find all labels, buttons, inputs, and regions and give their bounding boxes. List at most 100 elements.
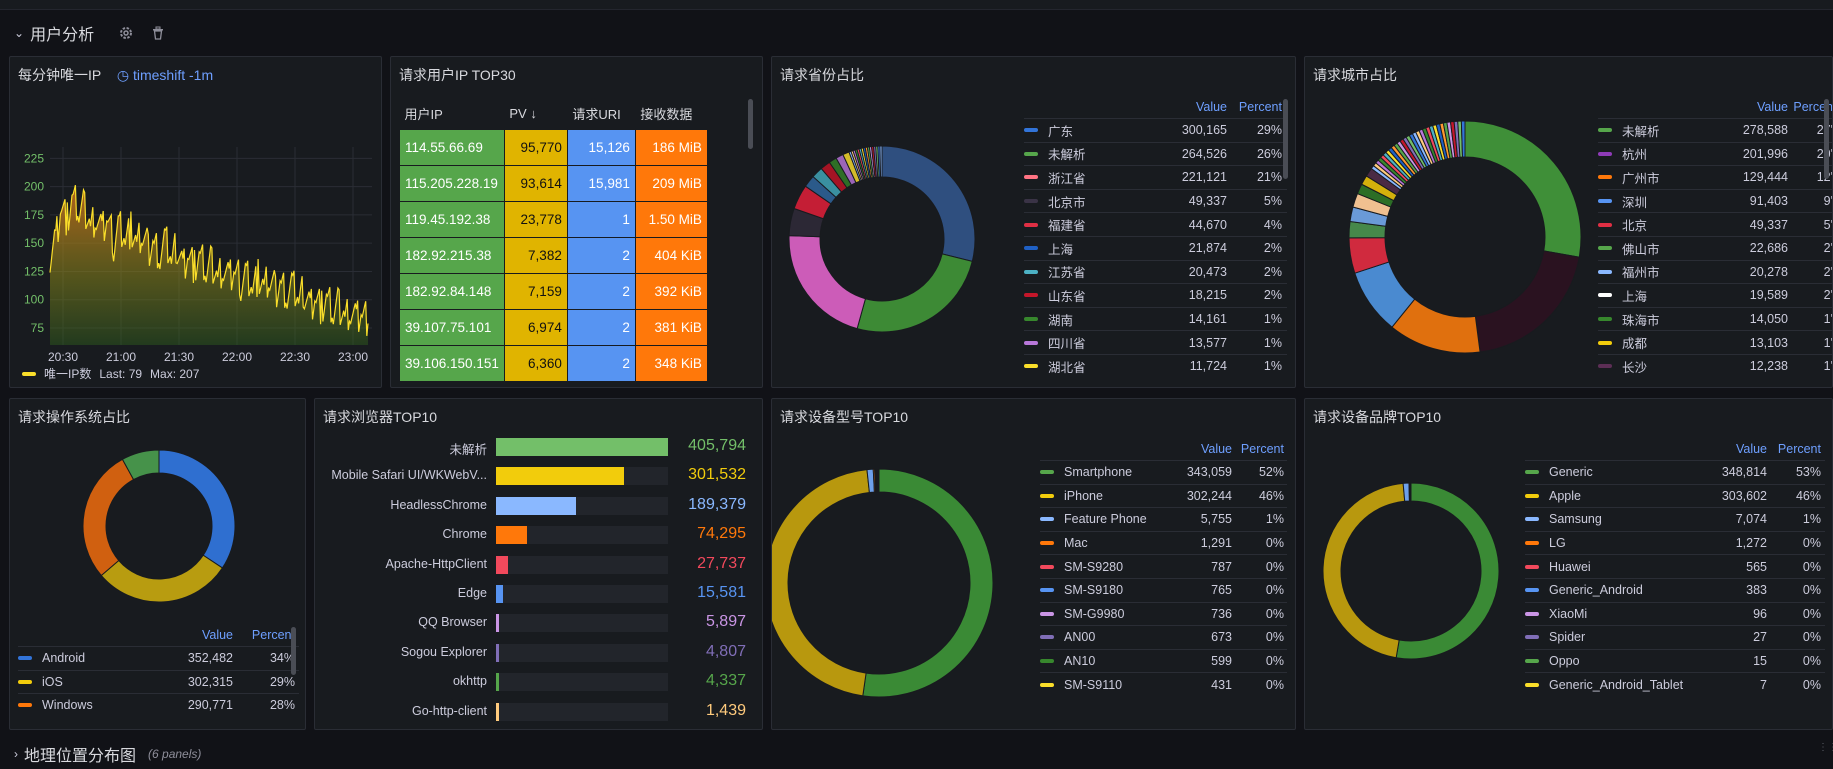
legend-row[interactable]: 四川省 13,577 1% <box>1024 330 1287 354</box>
bar-row[interactable]: Apache-HttpClient 27,737 <box>315 554 762 576</box>
donut-slice[interactable] <box>856 253 973 333</box>
bar-row[interactable]: Go-http-client 1,439 <box>315 701 762 723</box>
legend-row[interactable]: 广州市129,44412' <box>1598 165 1832 189</box>
percent-column-header[interactable]: Percent <box>1227 100 1282 114</box>
column-header[interactable]: 用户IP <box>400 99 505 129</box>
donut-slice[interactable] <box>100 554 224 603</box>
row-header-user-analysis[interactable]: ⌄ 用户分析 <box>14 20 166 46</box>
panel-os-share[interactable]: 请求操作系统占比 Value Percent Android 352,482 34% iO… <box>9 398 306 730</box>
column-header[interactable]: 接收数据 <box>635 99 707 129</box>
legend-row[interactable]: Huawei 565 0% <box>1525 554 1825 578</box>
legend-row[interactable]: 湖南 14,161 1% <box>1024 306 1287 331</box>
donut-chart[interactable] <box>772 435 1012 715</box>
table-row[interactable]: 39.106.150.151 6,360 2 348 KiB <box>399 344 708 382</box>
bar-row[interactable]: Edge 15,581 <box>315 583 762 605</box>
table-row[interactable]: 114.55.66.69 95,770 15,126 186 MiB <box>399 128 708 166</box>
legend-row[interactable]: 未解析 264,526 26% <box>1024 141 1287 166</box>
legend-table[interactable]: Value Percent Android 352,482 34% iOS 302,315 2… <box>18 624 299 717</box>
legend-row[interactable]: 福建省 44,670 4% <box>1024 212 1287 236</box>
donut-chart[interactable] <box>1305 89 1585 388</box>
bar-row[interactable]: 未解析 405,794 <box>315 436 762 458</box>
chevron-right-icon[interactable]: › <box>14 747 18 761</box>
percent-column-header[interactable]: Percent <box>1232 442 1284 456</box>
legend-row[interactable]: iPhone 302,244 46% <box>1040 483 1287 508</box>
legend-table[interactable]: Value Percent Generic 348,814 53% Apple 303,60… <box>1525 438 1825 696</box>
legend-row[interactable]: Smartphone 343,059 52% <box>1040 460 1287 484</box>
trash-icon[interactable] <box>150 25 166 41</box>
legend-table[interactable]: Value Percent 广东 300,165 29% 未解析 264,526 26% 浙江省… <box>1024 96 1287 378</box>
donut-chart[interactable] <box>10 425 306 625</box>
legend-row[interactable]: Generic_Android_Tablet 7 0% <box>1525 672 1825 696</box>
legend-row[interactable]: SM-S9280 787 0% <box>1040 554 1287 578</box>
legend-row[interactable]: XiaoMi 96 0% <box>1525 601 1825 626</box>
legend-row[interactable]: Generic_Android 383 0% <box>1525 577 1825 602</box>
legend-row[interactable]: AN00 673 0% <box>1040 625 1287 649</box>
donut-slice[interactable] <box>1460 120 1466 158</box>
panel-brand-top10[interactable]: 请求设备品牌TOP10 Value Percent Generic 348,814 53… <box>1304 398 1833 730</box>
legend-row[interactable]: 未解析278,58827' <box>1598 118 1832 142</box>
line-chart[interactable]: 75 100 125 150 175 200 225 20:30 21:00 21:30 22:00… <box>10 57 382 388</box>
scrollbar[interactable] <box>1824 99 1829 179</box>
legend-row[interactable]: 上海 19,589 2' <box>1598 283 1832 307</box>
donut-slice[interactable] <box>879 145 883 178</box>
legend-row[interactable]: 佛山市 22,686 2' <box>1598 235 1832 260</box>
legend-row[interactable]: 广东 300,165 29% <box>1024 118 1287 142</box>
table-row[interactable]: 119.45.192.38 23,778 1 1.50 MiB <box>399 200 708 238</box>
value-column-header[interactable]: Value <box>1707 442 1767 456</box>
donut-slice[interactable] <box>1395 482 1500 660</box>
table-row[interactable]: 39.107.75.101 6,974 2 381 KiB <box>399 308 708 346</box>
scrollbar[interactable] <box>748 99 753 149</box>
bar-row[interactable]: QQ Browser 5,897 <box>315 612 762 634</box>
value-column-header[interactable]: Value <box>1147 100 1227 114</box>
bar-row[interactable]: Mobile Safari UI/WKWebV... 301,532 <box>315 465 762 487</box>
legend-row[interactable]: AN10 599 0% <box>1040 648 1287 673</box>
legend-row[interactable]: 北京市 49,337 5% <box>1024 188 1287 213</box>
legend-row[interactable]: Oppo 15 0% <box>1525 648 1825 673</box>
donut-chart[interactable] <box>1305 435 1525 715</box>
bar-row[interactable]: HeadlessChrome 189,379 <box>315 495 762 517</box>
chevron-down-icon[interactable]: ⌄ <box>14 26 24 40</box>
gear-icon[interactable] <box>118 25 134 41</box>
chart-legend[interactable]: 唯一IP数 Last: 79 Max: 207 <box>22 365 199 382</box>
legend-row[interactable]: Apple 303,602 46% <box>1525 483 1825 508</box>
donut-slice[interactable] <box>881 145 976 262</box>
legend-table[interactable]: Value Percent Smartphone 343,059 52% iPhone 30… <box>1040 438 1287 696</box>
panel-top-ip-table[interactable]: 请求用户IP TOP30 用户IP PV ↓ 请求URI 接收数据 114.55.66.… <box>390 56 763 388</box>
legend-row[interactable]: 浙江省 221,121 21% <box>1024 165 1287 189</box>
legend-row[interactable]: Android 352,482 34% <box>18 646 299 670</box>
legend-row[interactable]: SM-S9180 765 0% <box>1040 577 1287 602</box>
donut-slice[interactable] <box>158 449 236 569</box>
legend-row[interactable]: SM-S9110 431 0% <box>1040 672 1287 696</box>
legend-row[interactable]: 上海 21,874 2% <box>1024 235 1287 260</box>
donut-slice[interactable] <box>1464 120 1582 258</box>
legend-row[interactable]: Spider 27 0% <box>1525 625 1825 649</box>
legend-row[interactable]: Generic 348,814 53% <box>1525 460 1825 484</box>
legend-row[interactable]: Windows 290,771 28% <box>18 693 299 717</box>
ip-table[interactable]: 用户IP PV ↓ 请求URI 接收数据 114.55.66.69 95,770 15,12… <box>399 99 708 382</box>
bar-row[interactable]: okhttp 4,337 <box>315 671 762 693</box>
value-column-header[interactable]: Value <box>1172 442 1232 456</box>
legend-row[interactable]: 北京 49,337 5' <box>1598 212 1832 236</box>
row-header-geo[interactable]: › 地理位置分布图 (6 panels) <box>14 741 201 767</box>
legend-row[interactable]: 珠海市 14,050 1' <box>1598 306 1832 331</box>
value-column-header[interactable]: Value <box>1708 100 1788 114</box>
legend-row[interactable]: SM-G9980 736 0% <box>1040 601 1287 626</box>
donut-chart[interactable] <box>772 97 992 377</box>
donut-slice[interactable] <box>1402 482 1410 502</box>
legend-row[interactable]: 福州市 20,278 2' <box>1598 259 1832 284</box>
donut-slice[interactable] <box>862 468 994 698</box>
ip-data-table[interactable]: 用户IP PV ↓ 请求URI 接收数据 114.55.66.69 95,770 15,12… <box>399 99 708 382</box>
value-column-header[interactable]: Value <box>168 628 233 642</box>
scrollbar[interactable] <box>1283 99 1288 179</box>
legend-row[interactable]: iOS 302,315 29% <box>18 669 299 694</box>
column-header[interactable]: PV ↓ <box>504 99 567 129</box>
percent-column-header[interactable]: Percent <box>233 628 295 642</box>
table-row[interactable]: 115.205.228.19 93,614 15,981 209 MiB <box>399 164 708 202</box>
table-row[interactable]: 182.92.84.148 7,159 2 392 KiB <box>399 272 708 310</box>
legend-row[interactable]: Feature Phone 5,755 1% <box>1040 507 1287 531</box>
donut-slice[interactable] <box>1322 482 1406 659</box>
legend-row[interactable]: 江苏省 20,473 2% <box>1024 259 1287 284</box>
donut-slice[interactable] <box>772 469 870 697</box>
legend-row[interactable]: Samsung 7,074 1% <box>1525 507 1825 531</box>
bar-row[interactable]: Sogou Explorer 4,807 <box>315 642 762 664</box>
